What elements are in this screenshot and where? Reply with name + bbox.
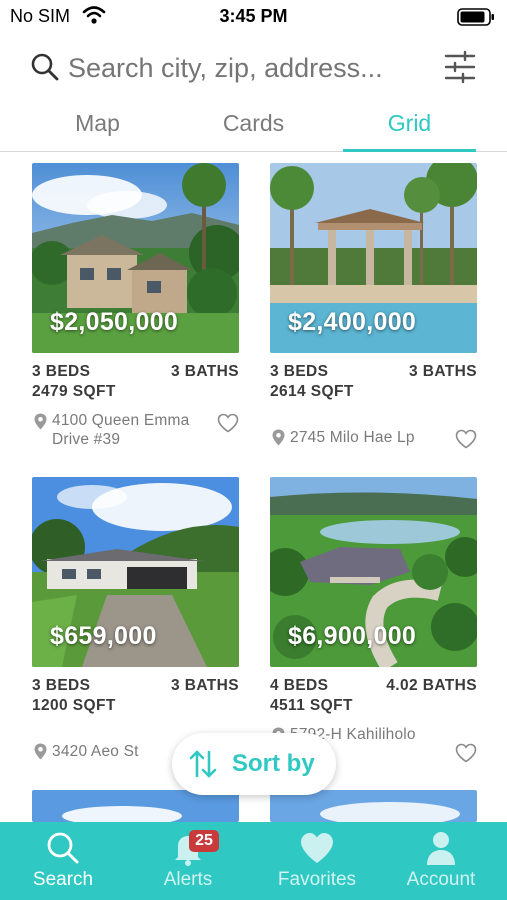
nav-account-label: Account <box>406 869 476 890</box>
filter-sliders-icon[interactable] <box>443 50 477 84</box>
sort-by-label: Sort by <box>232 750 315 777</box>
bottom-tab-bar: Search 25 Alerts Favorites Account <box>0 822 507 900</box>
listing-photo[interactable]: $2,050,000 <box>32 163 239 353</box>
listing-facts: 3 BEDS 3 BATHS 2614 SQFT <box>270 363 477 403</box>
location-pin-icon <box>34 743 47 760</box>
tab-cards[interactable]: Cards <box>196 110 311 152</box>
listing-sqft: 1200 SQFT <box>32 697 116 714</box>
nav-favorites-label: Favorites <box>277 869 357 890</box>
listing-beds: 3 BEDS <box>32 363 91 380</box>
listing-photo[interactable]: $2,400,000 <box>270 163 477 353</box>
battery-icon <box>457 8 494 26</box>
sort-arrows-icon <box>189 750 217 778</box>
tab-map[interactable]: Map <box>40 110 155 152</box>
listing-photo[interactable]: $659,000 <box>32 477 239 667</box>
listing-price: $2,050,000 <box>50 308 179 336</box>
view-tabs: Map Cards Grid <box>0 102 507 152</box>
search-bar <box>0 44 507 92</box>
listing-baths: 3 BATHS <box>171 677 239 694</box>
listing-address: 4100 Queen Emma Drive #39 <box>52 412 190 448</box>
person-icon <box>427 832 455 865</box>
active-tab-indicator <box>343 149 476 152</box>
listing-baths: 4.02 BATHS <box>386 677 477 694</box>
listing-price: $659,000 <box>50 622 157 650</box>
listing-beds: 4 BEDS <box>270 677 329 694</box>
listing-price: $2,400,000 <box>288 308 417 336</box>
search-icon <box>47 832 79 864</box>
listing-photo[interactable]: $6,900,000 <box>270 477 477 667</box>
listing-sqft: 2479 SQFT <box>32 383 116 400</box>
nav-search-label: Search <box>32 869 94 890</box>
location-pin-icon <box>34 413 47 430</box>
nav-alerts-label: Alerts <box>163 869 213 890</box>
listing-baths: 3 BATHS <box>409 363 477 380</box>
listing-card[interactable]: $6,900,000 4 BEDS 4.02 BATHS 4511 SQFT 5… <box>270 477 477 767</box>
favorite-heart-icon[interactable] <box>455 743 477 763</box>
tab-grid[interactable]: Grid <box>343 110 476 152</box>
nav-search[interactable]: Search <box>0 822 126 900</box>
search-icon <box>31 53 59 81</box>
alerts-count-badge: 25 <box>189 830 219 852</box>
location-pin-icon <box>272 429 285 446</box>
favorite-heart-icon[interactable] <box>455 429 477 449</box>
listing-card[interactable]: $659,000 3 BEDS 3 BATHS 1200 SQFT 3420 A… <box>32 477 239 767</box>
sort-by-button[interactable]: Sort by <box>172 733 336 795</box>
nav-favorites[interactable]: Favorites <box>254 822 380 900</box>
listing-facts: 4 BEDS 4.02 BATHS 4511 SQFT <box>270 677 477 717</box>
listing-card[interactable]: $2,400,000 3 BEDS 3 BATHS 2614 SQFT 2745… <box>270 163 477 453</box>
favorite-heart-icon[interactable] <box>217 413 239 433</box>
listing-facts: 3 BEDS 3 BATHS 2479 SQFT <box>32 363 239 403</box>
listing-baths: 3 BATHS <box>171 363 239 380</box>
status-time: 3:45 PM <box>219 6 288 26</box>
listing-sqft: 2614 SQFT <box>270 383 354 400</box>
listing-sqft: 4511 SQFT <box>270 697 353 714</box>
search-input[interactable] <box>68 48 428 88</box>
listing-beds: 3 BEDS <box>270 363 329 380</box>
status-bar: No SIM 3:45 PM <box>0 0 507 34</box>
listing-beds: 3 BEDS <box>32 677 91 694</box>
listing-address-row: 2745 Milo Hae Lp <box>270 407 477 453</box>
listing-card[interactable]: $2,050,000 3 BEDS 3 BATHS 2479 SQFT 4100… <box>32 163 239 453</box>
listing-price: $6,900,000 <box>288 622 417 650</box>
listing-facts: 3 BEDS 3 BATHS 1200 SQFT <box>32 677 239 717</box>
nav-alerts[interactable]: 25 Alerts <box>125 822 251 900</box>
listing-address-row: 4100 Queen Emma Drive #39 <box>32 407 239 453</box>
nav-account[interactable]: Account <box>378 822 504 900</box>
listing-address: 2745 Milo Hae Lp <box>290 429 415 446</box>
heart-icon <box>301 833 333 863</box>
